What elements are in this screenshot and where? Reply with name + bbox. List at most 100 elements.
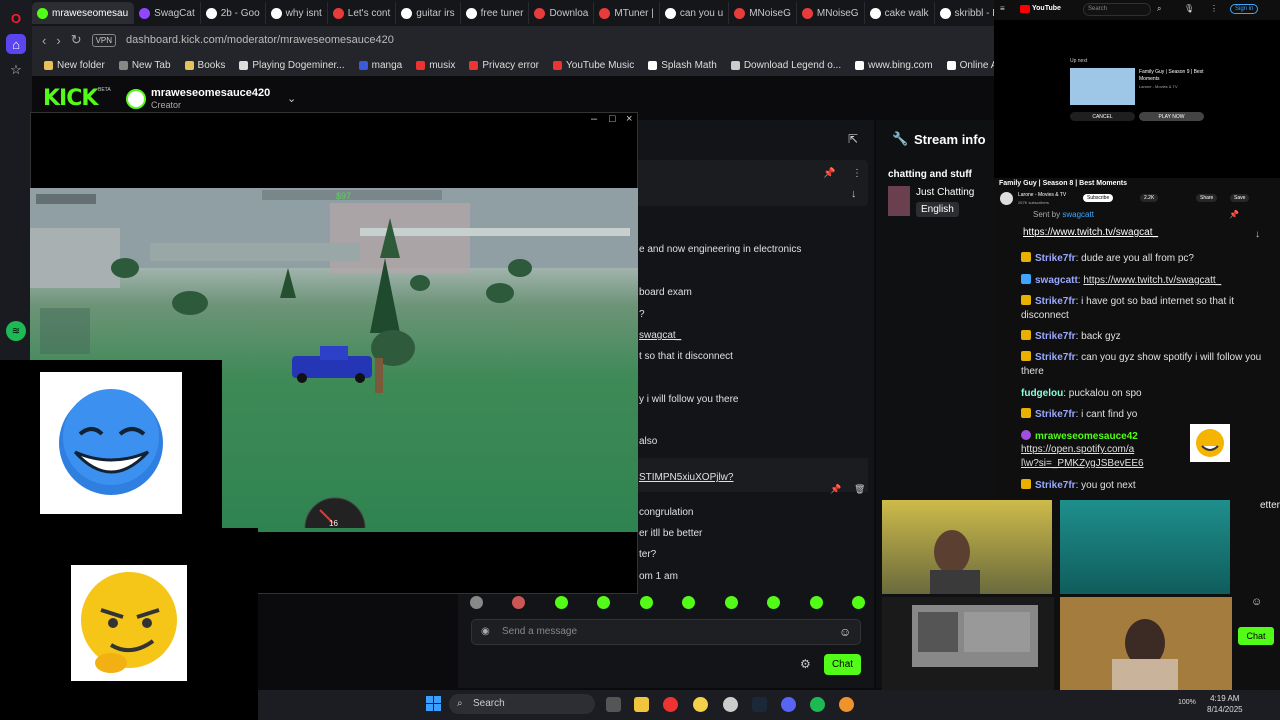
microphone-icon[interactable]: 🎙	[1184, 4, 1194, 13]
opera-logo-icon[interactable]: O	[6, 8, 26, 28]
play-now-button[interactable]: PLAY NOW	[1139, 112, 1204, 121]
chat-button[interactable]: Chat	[1238, 627, 1274, 645]
expand-icon[interactable]: ↓	[851, 188, 857, 200]
category-thumbnail[interactable]	[888, 186, 910, 216]
bookmark-item[interactable]: YouTube Music	[553, 60, 634, 71]
reload-icon[interactable]: ↻	[71, 32, 82, 48]
menu-icon[interactable]: ≡	[1000, 4, 1005, 13]
pin-icon[interactable]: 📌	[823, 168, 835, 179]
like-button[interactable]: 2.2K	[1140, 194, 1159, 202]
chevron-down-icon[interactable]: ⌄	[287, 92, 296, 105]
subscribe-button[interactable]: Subscribe	[1083, 194, 1114, 202]
category-name[interactable]: Just Chatting	[916, 187, 974, 198]
tab-13[interactable]: skribbl - F	[935, 2, 994, 24]
chat-username[interactable]: Strike7fr	[1035, 352, 1076, 363]
tab-11[interactable]: MNoiseG	[797, 2, 865, 24]
app-icon[interactable]	[723, 697, 738, 712]
channel-avatar[interactable]	[1000, 192, 1013, 205]
taskbar-search[interactable]: ⌕ Search	[449, 694, 595, 714]
back-icon[interactable]: ‹	[42, 33, 46, 48]
sign-in-button[interactable]: Sign in	[1230, 4, 1259, 14]
task-view-icon[interactable]	[606, 697, 621, 712]
tab-0[interactable]: mraweseomesau	[32, 2, 135, 24]
opera-icon[interactable]	[663, 697, 678, 712]
emote-icon[interactable]	[554, 596, 568, 609]
save-button[interactable]: Save	[1230, 194, 1250, 202]
app-icon[interactable]	[839, 697, 854, 712]
pin-icon[interactable]: 📌	[1229, 210, 1239, 219]
emote-icon[interactable]	[597, 596, 611, 609]
file-explorer-icon[interactable]	[634, 697, 649, 712]
emote-icon[interactable]	[767, 596, 781, 609]
discord-icon[interactable]	[781, 697, 796, 712]
tab-2[interactable]: 2b - Goo	[201, 2, 266, 24]
chat-username[interactable]: fudgelou	[1021, 388, 1063, 399]
bookmark-item[interactable]: manga	[358, 60, 402, 71]
chat-message[interactable]: swagcat_	[639, 330, 681, 341]
steam-icon[interactable]	[752, 697, 767, 712]
more-options-icon[interactable]: ⋮	[1210, 4, 1218, 13]
tab-9[interactable]: can you u	[660, 2, 730, 24]
emote-icon[interactable]	[470, 596, 483, 609]
chat-message[interactable]: STIMPN5xiuXOPjlw?	[639, 472, 733, 483]
app-icon[interactable]	[693, 697, 708, 712]
spotify-icon[interactable]	[810, 697, 825, 712]
chat-send-button[interactable]: Chat	[824, 654, 861, 675]
kick-logo[interactable]: KICK	[43, 86, 98, 111]
emote-icon[interactable]	[724, 596, 738, 609]
youtube-brand[interactable]: YouTube	[1032, 5, 1061, 12]
up-next-thumbnail[interactable]	[1070, 68, 1135, 105]
url-field[interactable]: dashboard.kick.com/moderator/mraweseomes…	[126, 34, 394, 46]
chat-username[interactable]: Strike7fr	[1035, 480, 1076, 491]
vpn-badge[interactable]: VPN	[91, 33, 117, 47]
tab-10[interactable]: MNoiseG	[729, 2, 797, 24]
tab-12[interactable]: cake walk	[865, 2, 935, 24]
tab-3[interactable]: why isnt	[266, 2, 328, 24]
avatar[interactable]	[126, 89, 146, 109]
chat-username[interactable]: Strike7fr	[1035, 409, 1076, 420]
youtube-logo-icon[interactable]	[1020, 5, 1030, 13]
language-tag[interactable]: English	[916, 202, 959, 217]
chat-username[interactable]: mraweseomesauce42	[1035, 431, 1138, 442]
up-next-title[interactable]: Family Guy | Season 9 | Best Moments	[1139, 69, 1207, 83]
bookmark-item[interactable]: New Tab	[118, 60, 171, 71]
tab-8[interactable]: MTuner |	[594, 2, 660, 24]
bookmark-item[interactable]: www.bing.com	[855, 60, 933, 71]
settings-gear-icon[interactable]: ⚙	[800, 657, 811, 671]
bookmark-item[interactable]: Online Alarm Clock...	[946, 60, 994, 71]
delete-icon[interactable]: 🗑	[854, 484, 865, 495]
share-button[interactable]: Share	[1196, 194, 1218, 202]
popout-icon[interactable]: ⇱	[848, 132, 858, 146]
emote-icon[interactable]	[851, 596, 865, 609]
chat-username[interactable]: Strike7fr	[1035, 253, 1076, 264]
cancel-button[interactable]: CANCEL	[1070, 112, 1135, 121]
close-icon[interactable]: ×	[626, 113, 632, 125]
emote-icon[interactable]	[512, 596, 526, 609]
battery-percent[interactable]: 100%	[1178, 699, 1196, 706]
bookmark-item[interactable]: musix	[416, 60, 455, 71]
channel-name[interactable]: Larone - Movies & TV	[1018, 192, 1066, 198]
emoji-icon[interactable]: ☺	[839, 625, 851, 639]
expand-icon[interactable]: ↓	[1255, 229, 1260, 240]
search-icon[interactable]: ⌕	[1157, 4, 1161, 14]
pin-message-icon[interactable]: 📌	[830, 484, 841, 495]
windows-start-icon[interactable]	[426, 696, 441, 711]
clock[interactable]: 4:19 AM 8/14/2025	[1207, 693, 1243, 715]
chat-username[interactable]: Strike7fr	[1035, 296, 1076, 307]
emoji-icon[interactable]: ☺	[1251, 596, 1262, 608]
bookmark-item[interactable]: Splash Math	[648, 60, 717, 71]
chat-username[interactable]: Strike7fr	[1035, 331, 1076, 342]
home-icon[interactable]: ⌂	[6, 34, 26, 54]
tab-7[interactable]: Downloa	[529, 2, 595, 24]
bookmark-item[interactable]: Playing Dogeminer...	[239, 60, 345, 71]
channel-name[interactable]: mraweseomesauce420	[151, 87, 270, 99]
bookmark-item[interactable]: Privacy error	[469, 60, 539, 71]
emote-icon[interactable]	[639, 596, 653, 609]
emote-icon[interactable]	[682, 596, 696, 609]
tab-6[interactable]: free tuner	[461, 2, 530, 24]
chat-username[interactable]: swagcatt	[1035, 275, 1078, 286]
youtube-player[interactable]	[994, 20, 1280, 178]
pinned-link[interactable]: https://www.twitch.tv/swagcat_	[1023, 227, 1158, 238]
youtube-search-input[interactable]: Search	[1083, 3, 1151, 16]
more-options-icon[interactable]: ⋮	[852, 168, 862, 179]
